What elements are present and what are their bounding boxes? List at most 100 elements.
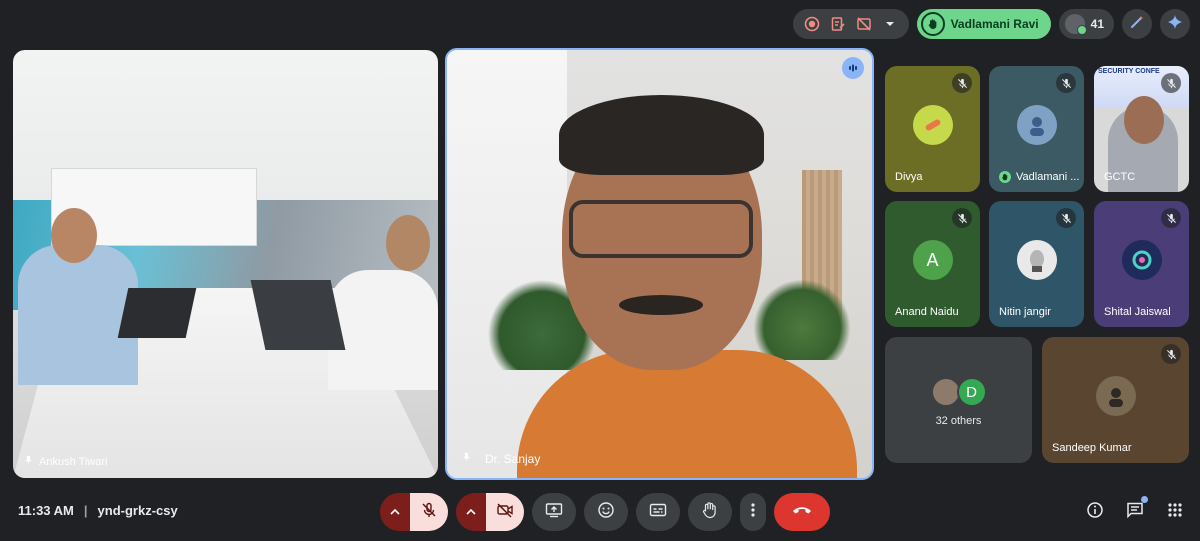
activities-button[interactable] [1164, 499, 1186, 521]
participant-avatar [1064, 14, 1087, 35]
mic-off-icon [1056, 73, 1076, 93]
meeting-code: ynd-grkz-csy [97, 503, 178, 518]
plant [752, 280, 852, 360]
camera-off-icon [496, 502, 514, 523]
participant-figure [18, 245, 138, 385]
pin-icon [461, 452, 472, 466]
side-controls [1084, 496, 1186, 521]
gemini-sparkle-icon [1167, 14, 1183, 35]
others-count-label: 32 others [935, 415, 982, 427]
video-tile-divya[interactable]: Divya [885, 66, 980, 192]
raise-hand-icon [920, 12, 945, 36]
pin-icon [23, 455, 34, 469]
captions-icon [649, 502, 667, 523]
participant-count: 41 [1090, 17, 1104, 31]
notes-icon[interactable] [827, 13, 849, 35]
raise-hand-icon [999, 171, 1011, 183]
reactions-button[interactable] [584, 493, 628, 531]
video-tile-sandeep[interactable]: Sandeep Kumar [1042, 337, 1189, 463]
tile-name-label: Divya [895, 171, 923, 183]
participants-button[interactable]: 41 [1058, 9, 1114, 39]
mic-off-icon [952, 73, 972, 93]
video-tile-shital[interactable]: Shital Jaiswal [1094, 201, 1189, 327]
tile-name-label: Vadlamani ... [999, 171, 1079, 183]
mic-off-icon [1161, 73, 1181, 93]
participant-figure-head [51, 208, 97, 263]
mic-off-icon [952, 208, 972, 228]
meeting-details-button[interactable] [1084, 499, 1106, 521]
camera-control [456, 493, 524, 531]
raised-hand-name: Vadlamani Ravi [950, 17, 1039, 31]
raised-hand-chip[interactable]: Vadlamani Ravi [916, 9, 1051, 39]
mic-off-icon [1161, 208, 1181, 228]
info-icon [1087, 502, 1103, 518]
video-tile-anand[interactable]: A Anand Naidu [885, 201, 980, 327]
current-time: 11:33 AM [18, 503, 74, 518]
raise-hand-icon [701, 501, 719, 524]
video-tile-vadlamani[interactable]: Vadlamani ... [989, 66, 1084, 192]
video-tile-nitin[interactable]: Nitin jangir [989, 201, 1084, 327]
top-bar: Vadlamani Ravi 41 [792, 8, 1190, 40]
present-screen-icon [545, 502, 563, 523]
mic-control [380, 493, 448, 531]
separator: | [83, 503, 88, 518]
laptop [117, 288, 197, 338]
speaking-indicator-icon [842, 57, 864, 79]
avatar: D [956, 377, 987, 407]
tile-name-label: Shital Jaiswal [1104, 306, 1171, 318]
tile-name-label: GCTC [1104, 171, 1136, 183]
mic-off-icon [1161, 344, 1181, 364]
speaker-glasses [569, 200, 753, 258]
avatar [1016, 240, 1057, 280]
chat-icon [1127, 502, 1143, 519]
gemini-button[interactable] [1160, 9, 1190, 39]
tile-name-label: Sandeep Kumar [1052, 442, 1132, 454]
others-tile[interactable]: D 32 others [885, 337, 1032, 463]
unread-badge [1141, 496, 1148, 503]
video-options-button[interactable] [456, 493, 486, 531]
more-vert-icon [751, 502, 755, 523]
avatar: A [912, 240, 953, 280]
present-screen-button[interactable] [532, 493, 576, 531]
avatar [1095, 376, 1136, 416]
captions-button[interactable] [636, 493, 680, 531]
video-tile-ankush[interactable]: Ankush Tiwari [13, 50, 438, 478]
chevron-down-icon[interactable] [879, 13, 901, 35]
others-avatars: D [930, 377, 987, 407]
raise-hand-button[interactable] [688, 493, 732, 531]
call-controls [380, 493, 830, 531]
avatar [1121, 240, 1162, 280]
audio-options-button[interactable] [380, 493, 410, 531]
avatar [912, 105, 953, 145]
participant-figure [328, 270, 438, 390]
recording-controls [792, 9, 909, 39]
leave-call-button[interactable] [774, 493, 830, 531]
emoji-icon [597, 501, 615, 524]
avatar [1016, 105, 1057, 145]
effects-button[interactable] [1122, 9, 1152, 39]
hang-up-icon [791, 503, 813, 521]
transcript-off-icon[interactable] [853, 13, 875, 35]
mic-off-icon [1056, 208, 1076, 228]
chat-button[interactable] [1124, 496, 1148, 521]
bottom-bar: 11:33 AM | ynd-grkz-csy [0, 481, 1200, 541]
speaker-moustache [619, 295, 703, 315]
tile-name-label: Anand Naidu [895, 306, 959, 318]
more-options-button[interactable] [740, 493, 766, 531]
participant-figure-head [1124, 96, 1164, 144]
speaker-hair [559, 95, 764, 175]
participant-figure-head [386, 215, 430, 271]
meeting-info: 11:33 AM | ynd-grkz-csy [18, 503, 178, 518]
record-icon[interactable] [801, 13, 823, 35]
tile-name-label: Ankush Tiwari [23, 455, 107, 469]
tile-name-label: Dr. Sanjay [461, 452, 540, 466]
magic-wand-icon [1129, 14, 1145, 35]
apps-grid-icon [1168, 503, 1182, 517]
video-tile-sanjay[interactable]: Dr. Sanjay [445, 48, 874, 480]
tile-name-label: Nitin jangir [999, 306, 1051, 318]
laptop [250, 280, 346, 350]
mic-toggle-button[interactable] [410, 493, 448, 531]
video-tile-gctc[interactable]: SECURITY CONFE GCTC [1094, 66, 1189, 192]
camera-toggle-button[interactable] [486, 493, 524, 531]
mic-off-icon [421, 502, 437, 523]
